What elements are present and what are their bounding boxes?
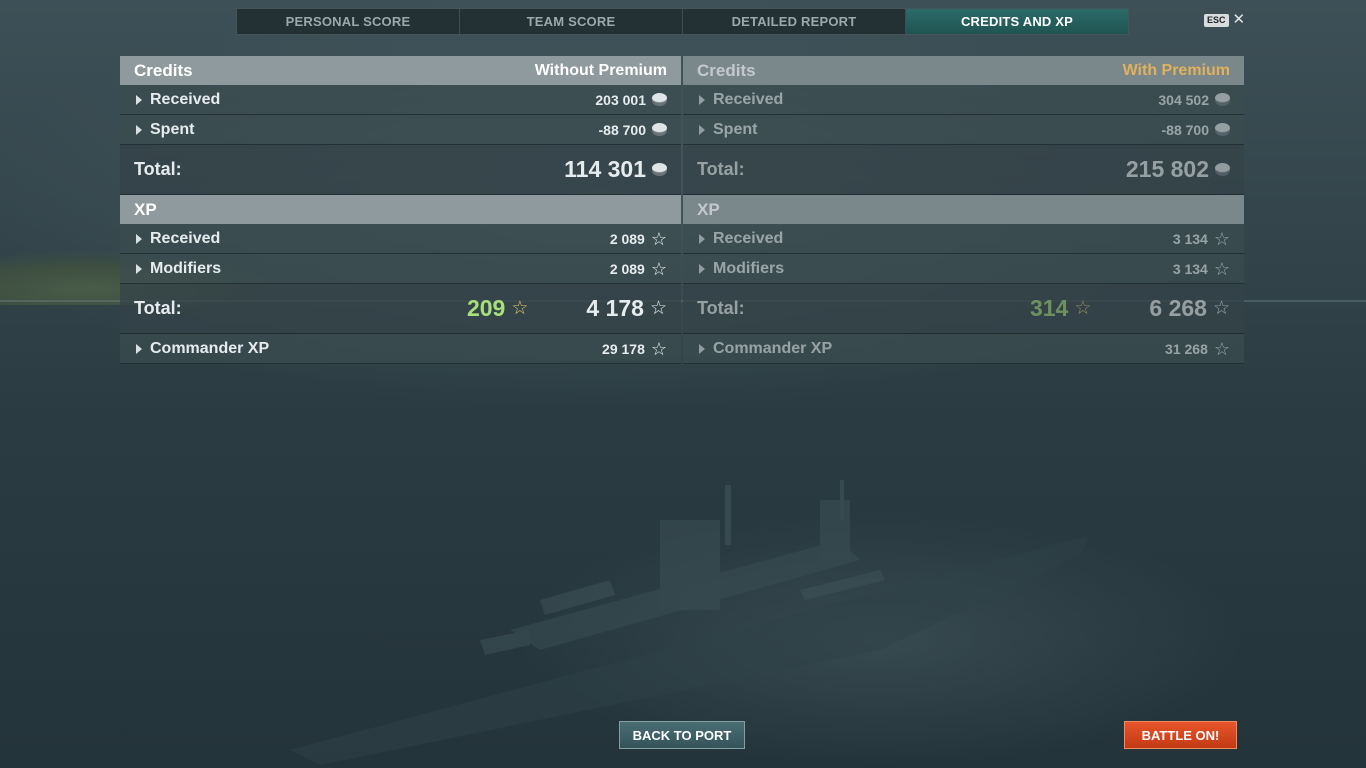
xp-header: XP bbox=[120, 195, 681, 224]
row-value: 3 134 bbox=[1172, 260, 1208, 277]
xp-title: XP bbox=[134, 199, 157, 219]
credits-title: Credits bbox=[697, 60, 756, 80]
row-label: Commander XP bbox=[150, 339, 270, 357]
base-xp-star-icon: ☆ bbox=[1074, 297, 1092, 319]
expand-triangle-icon bbox=[699, 124, 705, 135]
row-label: Received bbox=[713, 90, 784, 108]
esc-key-badge: ESC bbox=[1204, 13, 1229, 27]
expand-triangle-icon bbox=[136, 94, 142, 105]
mode-label: Without Premium bbox=[534, 61, 667, 79]
xp-modifiers-row[interactable]: Modifiers 3 134 ☆ bbox=[683, 254, 1244, 284]
close-button[interactable]: ESC ✕ bbox=[1204, 11, 1246, 28]
xp-star-icon: ☆ bbox=[650, 258, 667, 279]
credits-spent-row[interactable]: Spent -88 700 bbox=[683, 115, 1244, 145]
row-value: 29 178 bbox=[602, 340, 645, 357]
tab-detailed-report[interactable]: DETAILED REPORT bbox=[683, 9, 906, 34]
credits-received-row[interactable]: Received 203 001 bbox=[120, 85, 681, 115]
xp-base-value: 314 bbox=[1029, 295, 1069, 321]
row-label: Spent bbox=[713, 120, 758, 138]
xp-star-icon: ☆ bbox=[1212, 297, 1230, 319]
total-label: Total: bbox=[134, 298, 182, 318]
credits-header: Credits With Premium bbox=[683, 56, 1244, 85]
credits-spent-row[interactable]: Spent -88 700 bbox=[120, 115, 681, 145]
expand-triangle-icon bbox=[136, 124, 142, 135]
credits-total-value: 114 301 bbox=[564, 156, 646, 182]
panel-without-premium: Credits Without Premium Received 203 001… bbox=[120, 56, 681, 364]
expand-triangle-icon bbox=[136, 343, 142, 354]
xp-base-value: 209 bbox=[466, 295, 506, 321]
credit-coin-icon bbox=[652, 92, 667, 107]
credits-total-value: 215 802 bbox=[1125, 156, 1209, 182]
xp-star-icon: ☆ bbox=[1213, 338, 1230, 359]
mode-label: With Premium bbox=[1122, 61, 1230, 79]
row-value: 31 268 bbox=[1165, 340, 1208, 357]
xp-star-icon: ☆ bbox=[1213, 228, 1230, 249]
row-value: 203 001 bbox=[595, 91, 646, 108]
xp-star-icon: ☆ bbox=[1213, 258, 1230, 279]
battle-on-button[interactable]: BATTLE ON! bbox=[1124, 721, 1237, 749]
credit-coin-icon bbox=[652, 122, 667, 137]
tab-team-score[interactable]: TEAM SCORE bbox=[460, 9, 683, 34]
xp-total-value: 6 268 bbox=[1149, 295, 1207, 321]
row-label: Spent bbox=[150, 120, 195, 138]
base-xp-star-icon: ☆ bbox=[511, 297, 529, 319]
row-label: Received bbox=[150, 229, 221, 247]
xp-total-row: Total: 209 ☆ 4 178 ☆ bbox=[120, 284, 681, 334]
expand-triangle-icon bbox=[699, 233, 705, 244]
expand-triangle-icon bbox=[699, 263, 705, 274]
total-label: Total: bbox=[697, 159, 745, 179]
row-label: Modifiers bbox=[150, 259, 222, 277]
xp-star-icon: ☆ bbox=[649, 297, 667, 319]
credit-coin-icon bbox=[652, 162, 667, 177]
total-label: Total: bbox=[697, 298, 745, 318]
tab-bar: PERSONAL SCORE TEAM SCORE DETAILED REPOR… bbox=[236, 8, 1129, 35]
expand-triangle-icon bbox=[136, 263, 142, 274]
credits-title: Credits bbox=[134, 60, 193, 80]
panel-with-premium: Credits With Premium Received 304 502 Sp… bbox=[683, 56, 1244, 364]
expand-triangle-icon bbox=[136, 233, 142, 244]
row-value: 2 089 bbox=[609, 230, 645, 247]
row-value: 304 502 bbox=[1158, 91, 1209, 108]
credit-coin-icon bbox=[1215, 122, 1230, 137]
credits-total-row: Total: 114 301 bbox=[120, 145, 681, 195]
xp-star-icon: ☆ bbox=[650, 228, 667, 249]
tab-credits-and-xp[interactable]: CREDITS AND XP bbox=[906, 9, 1128, 34]
xp-received-row[interactable]: Received 2 089 ☆ bbox=[120, 224, 681, 254]
expand-triangle-icon bbox=[699, 94, 705, 105]
close-icon: ✕ bbox=[1232, 11, 1246, 28]
credits-total-row: Total: 215 802 bbox=[683, 145, 1244, 195]
tab-personal-score[interactable]: PERSONAL SCORE bbox=[237, 9, 460, 34]
xp-total-value: 4 178 bbox=[586, 295, 644, 321]
commander-xp-row[interactable]: Commander XP 31 268 ☆ bbox=[683, 334, 1244, 364]
expand-triangle-icon bbox=[699, 343, 705, 354]
credits-received-row[interactable]: Received 304 502 bbox=[683, 85, 1244, 115]
row-value: 2 089 bbox=[609, 260, 645, 277]
commander-xp-row[interactable]: Commander XP 29 178 ☆ bbox=[120, 334, 681, 364]
back-to-port-button[interactable]: BACK TO PORT bbox=[619, 721, 745, 749]
xp-total-row: Total: 314 ☆ 6 268 ☆ bbox=[683, 284, 1244, 334]
row-label: Modifiers bbox=[713, 259, 785, 277]
row-value: 3 134 bbox=[1172, 230, 1208, 247]
total-label: Total: bbox=[134, 159, 182, 179]
row-value: -88 700 bbox=[1161, 121, 1209, 138]
xp-modifiers-row[interactable]: Modifiers 2 089 ☆ bbox=[120, 254, 681, 284]
row-label: Received bbox=[150, 90, 221, 108]
xp-star-icon: ☆ bbox=[650, 338, 667, 359]
xp-received-row[interactable]: Received 3 134 ☆ bbox=[683, 224, 1244, 254]
row-label: Commander XP bbox=[713, 339, 833, 357]
xp-title: XP bbox=[697, 199, 720, 219]
row-label: Received bbox=[713, 229, 784, 247]
credits-header: Credits Without Premium bbox=[120, 56, 681, 85]
credit-coin-icon bbox=[1215, 162, 1230, 177]
xp-header: XP bbox=[683, 195, 1244, 224]
row-value: -88 700 bbox=[598, 121, 646, 138]
credit-coin-icon bbox=[1215, 92, 1230, 107]
